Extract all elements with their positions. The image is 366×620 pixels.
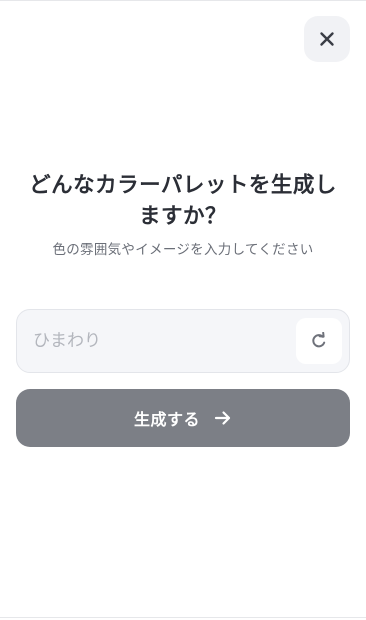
top-divider [0, 0, 366, 1]
refresh-suggestion-button[interactable] [296, 318, 342, 364]
arrow-right-icon [214, 411, 231, 425]
dialog-subtitle: 色の雰囲気やイメージを入力してください [52, 242, 314, 258]
dialog-title-line-2: ますか？ [138, 204, 227, 229]
dialog-title-line-1: どんなカラーパレットを生成し [29, 173, 337, 198]
bottom-divider [0, 617, 366, 618]
close-button[interactable] [304, 16, 350, 62]
mood-input[interactable] [33, 310, 293, 372]
mood-input-field [16, 309, 350, 373]
dialog-title: どんなカラーパレットを生成し ますか？ [0, 170, 366, 232]
generate-button[interactable]: 生成する [16, 389, 350, 447]
close-icon [320, 32, 334, 46]
generate-button-label: 生成する [133, 410, 200, 429]
refresh-icon [312, 332, 326, 348]
